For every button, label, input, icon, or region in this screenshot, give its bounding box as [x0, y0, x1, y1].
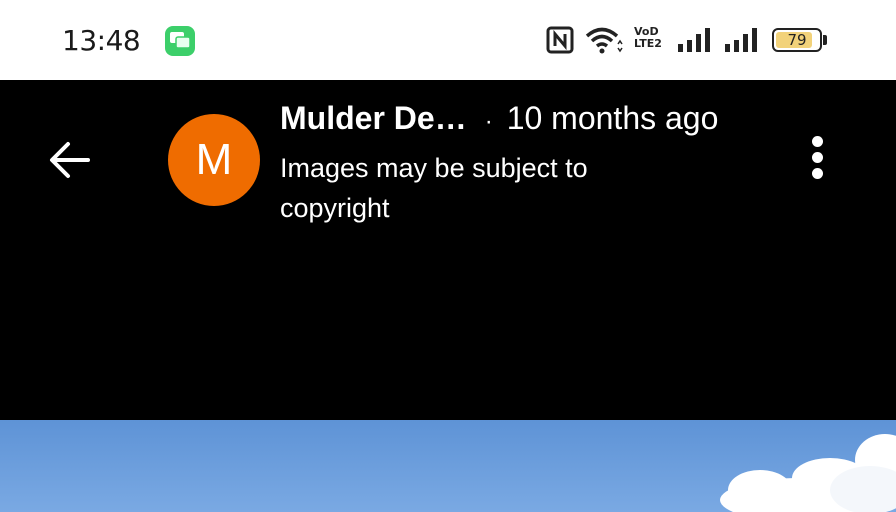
status-time: 13:48 — [62, 24, 141, 57]
volte-icon: VoD LTE2 — [634, 25, 662, 50]
wifi-icon — [585, 27, 623, 54]
author-name[interactable]: Mulder De… — [280, 100, 467, 136]
post-time: 10 months ago — [506, 100, 719, 136]
nfc-icon — [546, 26, 574, 54]
battery-level: 79 — [787, 31, 807, 49]
cloud-image — [720, 434, 896, 512]
signal-icon — [725, 28, 757, 52]
status-bar: 13:48 VoD LTE2 79 — [0, 0, 896, 80]
avatar[interactable]: M — [168, 114, 260, 206]
messages-app-icon — [165, 26, 195, 56]
battery-tip — [823, 35, 827, 45]
signal-icon — [678, 28, 710, 52]
image-preview[interactable] — [0, 420, 896, 512]
title-row: Mulder De… · 10 months ago — [280, 100, 718, 140]
separator-dot: · — [484, 108, 493, 135]
more-vert-icon[interactable] — [800, 136, 834, 184]
battery-icon: 79 — [772, 28, 822, 52]
back-arrow-icon[interactable] — [46, 138, 94, 182]
copyright-notice: Images may be subject to copyright — [280, 153, 588, 223]
